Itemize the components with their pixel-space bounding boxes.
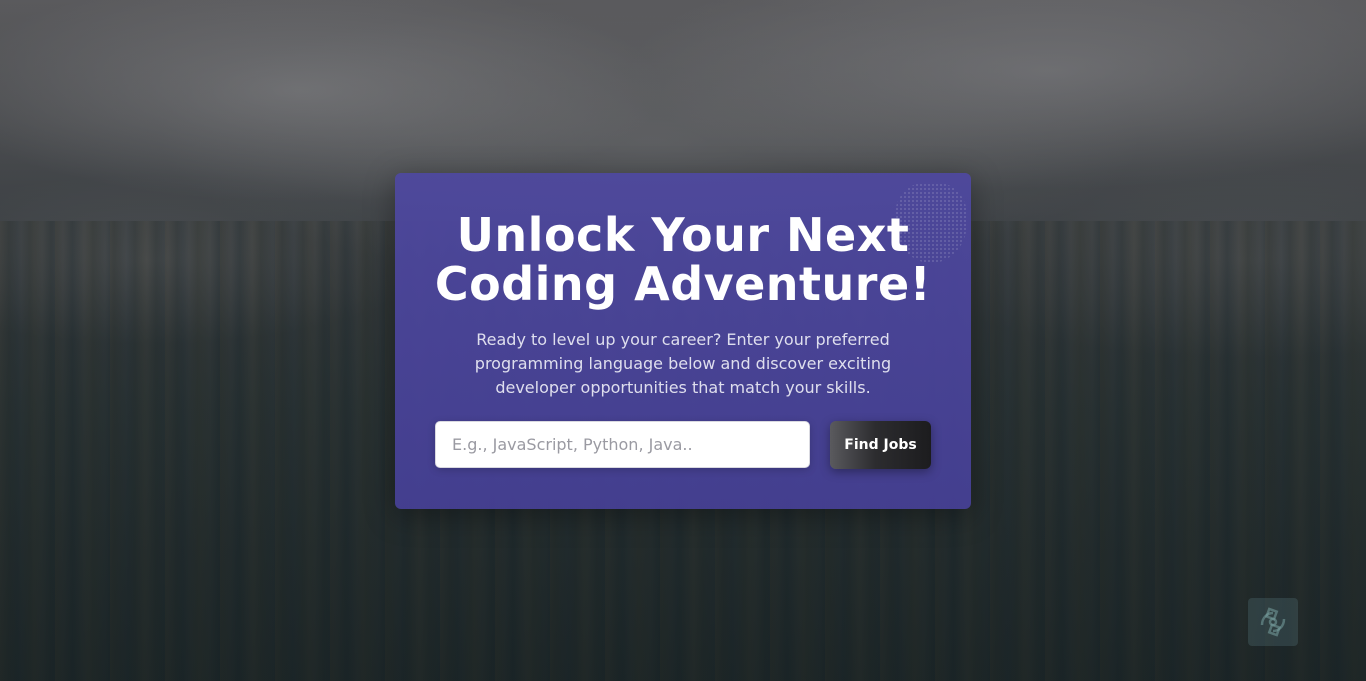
page-title: Unlock Your Next Coding Adventure! (395, 211, 971, 309)
page-description: Ready to level up your career? Enter you… (474, 330, 892, 397)
find-jobs-button[interactable]: Find Jobs (830, 421, 931, 469)
title-line-2: Coding Adventure! (434, 257, 932, 311)
extension-logo-icon[interactable] (1248, 598, 1298, 646)
language-search-input[interactable] (435, 421, 810, 468)
job-search-card: Unlock Your Next Coding Adventure! Ready… (395, 173, 971, 509)
extension-logo-icon-graphic (1260, 607, 1286, 637)
title-line-1: Unlock Your Next (456, 208, 910, 262)
